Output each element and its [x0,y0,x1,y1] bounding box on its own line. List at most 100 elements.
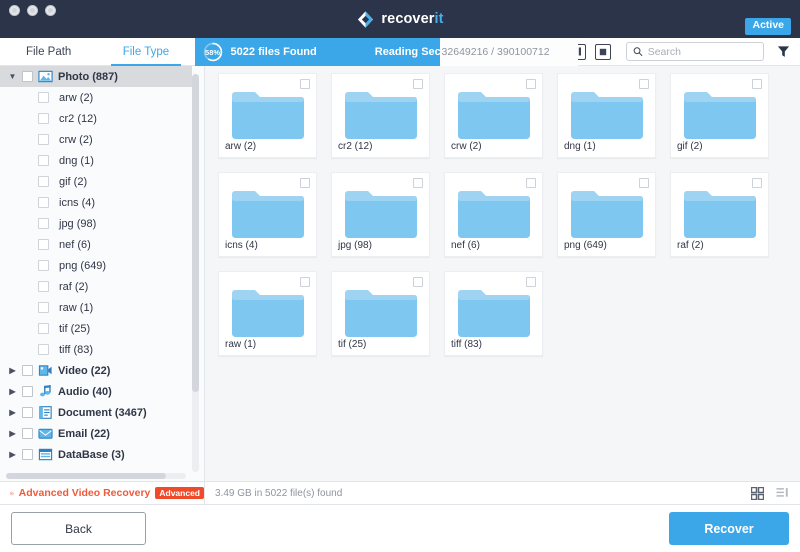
item-checkbox[interactable] [38,176,49,187]
list-view-icon[interactable] [776,487,789,500]
item-checkbox[interactable] [38,134,49,145]
photo-icon [38,70,53,83]
sidebar-item-png[interactable]: png (649) [0,255,192,276]
item-checkbox[interactable] [38,323,49,334]
sidebar-item-label: tif (25) [59,322,91,335]
folder-card[interactable]: png (649) [557,172,656,257]
file-type-sidebar[interactable]: ▼ Photo (887) arw (2) cr2 (12) crw (2) dng (1… [0,66,205,481]
recoverit-window: recoverit Active File Path File Type 58%… [0,0,800,552]
files-found-label: 5022 files Found [230,46,317,58]
sidebar-item-cr2[interactable]: cr2 (12) [0,108,192,129]
title-bar: recoverit Active [0,0,800,38]
chevron-right-icon[interactable]: ▶ [8,366,17,375]
sidebar-group-audio[interactable]: ▶ Audio (40) [0,381,192,402]
item-checkbox[interactable] [38,302,49,313]
item-checkbox[interactable] [38,113,49,124]
sidebar-item-raw[interactable]: raw (1) [0,297,192,318]
file-type-tree: ▼ Photo (887) arw (2) cr2 (12) crw (2) dng (1… [0,66,192,465]
folder-icon [684,191,756,238]
stop-button[interactable] [595,43,611,60]
sidebar-group-database[interactable]: ▶ DataBase (3) [0,444,192,465]
status-badge[interactable]: Active [745,18,791,35]
folder-card[interactable]: tif (25) [331,271,430,356]
sidebar-item-label: raw (1) [59,301,94,314]
results-panel: arw (2) cr2 (12) crw (2) dng (1) gif (2) icns… [205,66,800,481]
sidebar-hscrollbar-thumb[interactable] [6,473,166,479]
folder-grid: arw (2) cr2 (12) crw (2) dng (1) gif (2) icns… [205,66,800,356]
tab-file-path[interactable]: File Path [0,38,98,65]
filter-funnel-icon[interactable] [777,45,790,58]
sidebar-scrollbar[interactable] [192,74,199,472]
sidebar-item-label: raf (2) [59,280,89,293]
sidebar-item-gif[interactable]: gif (2) [0,171,192,192]
sidebar-item-tiff[interactable]: tiff (83) [0,339,192,360]
sidebar-group-photo[interactable]: ▼ Photo (887) [0,66,192,87]
chevron-right-icon[interactable]: ▶ [8,429,17,438]
folder-icon [345,92,417,139]
item-checkbox[interactable] [38,218,49,229]
folder-card[interactable]: icns (4) [218,172,317,257]
group-checkbox[interactable] [22,428,33,439]
folder-card[interactable]: tiff (83) [444,271,543,356]
sidebar-item-label: icns (4) [59,196,96,209]
sidebar-item-arw[interactable]: arw (2) [0,87,192,108]
chevron-down-icon[interactable]: ▼ [8,72,17,81]
item-checkbox[interactable] [38,281,49,292]
item-checkbox[interactable] [38,239,49,250]
progress-ring: 58% [203,42,223,62]
chevron-right-icon[interactable]: ▶ [8,387,17,396]
folder-label: tif (25) [338,339,367,350]
folder-icon [232,191,304,238]
sidebar-scrollbar-thumb[interactable] [192,74,199,392]
sidebar-item-dng[interactable]: dng (1) [0,150,192,171]
item-checkbox[interactable] [38,197,49,208]
item-checkbox[interactable] [38,92,49,103]
chevron-right-icon[interactable]: ▶ [8,408,17,417]
folder-card[interactable]: jpg (98) [331,172,430,257]
folder-card[interactable]: raw (1) [218,271,317,356]
sidebar-item-icns[interactable]: icns (4) [0,192,192,213]
folder-card[interactable]: gif (2) [670,73,769,158]
folder-icon [345,290,417,337]
chevron-right-icon[interactable]: ▶ [8,450,17,459]
folder-card[interactable]: cr2 (12) [331,73,430,158]
search-field[interactable] [647,45,757,58]
view-toggle-group [751,486,800,500]
sidebar-group-email[interactable]: ▶ Email (22) [0,423,192,444]
folder-card[interactable]: dng (1) [557,73,656,158]
sidebar-group-label: Audio (40) [58,385,112,398]
back-button[interactable]: Back [11,512,146,545]
group-checkbox[interactable] [22,365,33,376]
recover-button[interactable]: Recover [669,512,789,545]
sidebar-item-nef[interactable]: nef (6) [0,234,192,255]
sidebar-item-crw[interactable]: crw (2) [0,129,192,150]
advanced-video-recovery[interactable]: Advanced Video Recovery Advanced [0,481,205,505]
folder-label: cr2 (12) [338,141,373,152]
sidebar-item-jpg[interactable]: jpg (98) [0,213,192,234]
sidebar-group-document[interactable]: ▶ Document (3467) [0,402,192,423]
stop-icon [599,48,607,55]
folder-card[interactable]: arw (2) [218,73,317,158]
search-input[interactable] [626,42,764,61]
sidebar-item-label: arw (2) [59,91,94,104]
email-icon [38,428,53,439]
sidebar-hscrollbar[interactable] [6,473,186,479]
sidebar-item-raf[interactable]: raf (2) [0,276,192,297]
folder-card[interactable]: nef (6) [444,172,543,257]
sidebar-group-video[interactable]: ▶ Video (22) [0,360,192,381]
group-checkbox[interactable] [22,71,33,82]
sidebar-item-tif[interactable]: tif (25) [0,318,192,339]
grid-view-icon[interactable] [751,486,764,500]
item-checkbox[interactable] [38,344,49,355]
advanced-video-recovery-label: Advanced Video Recovery [18,487,151,499]
tab-file-type[interactable]: File Type [97,38,195,66]
group-checkbox[interactable] [22,386,33,397]
item-checkbox[interactable] [38,260,49,271]
folder-card[interactable]: crw (2) [444,73,543,158]
group-checkbox[interactable] [22,407,33,418]
group-checkbox[interactable] [22,449,33,460]
app-logo: recoverit [0,0,800,38]
item-checkbox[interactable] [38,155,49,166]
folder-card[interactable]: raf (2) [670,172,769,257]
sidebar-group-label: Photo (887) [58,70,118,83]
